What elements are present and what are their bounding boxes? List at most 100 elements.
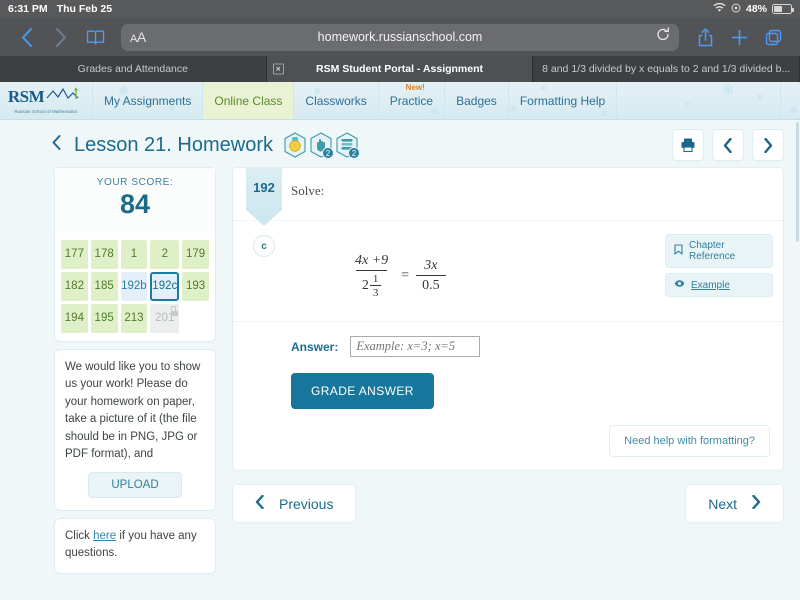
next-problem-button[interactable] <box>752 129 784 161</box>
problem-cell[interactable]: 192b <box>121 272 148 301</box>
chapter-reference-button[interactable]: Chapter Reference <box>665 234 773 268</box>
tab-label: 8 and 1/3 divided by x equals to 2 and 1… <box>542 63 790 75</box>
upload-button[interactable]: UPLOAD <box>88 472 181 498</box>
nav-label: Classworks <box>305 94 366 108</box>
books-badge[interactable]: 2 <box>335 132 359 158</box>
reference-buttons: Chapter Reference Example <box>665 234 773 302</box>
problem-cell[interactable]: 213 <box>121 304 148 333</box>
right-fraction: 3x 0.5 <box>416 258 446 294</box>
next-label: Next <box>708 496 737 512</box>
nav-spacer <box>616 82 780 119</box>
logo-subtitle: Russian School of Mathematics <box>14 109 77 114</box>
browser-forward-button[interactable] <box>46 22 76 52</box>
previous-button[interactable]: Previous <box>232 484 356 523</box>
battery-percent: 48% <box>746 3 767 15</box>
problem-grid: 177 178 1 2 179 182 185 192b 192c 193 19… <box>61 240 209 333</box>
wifi-icon <box>713 3 726 16</box>
problem-stem-row: 192 Solve: <box>233 168 783 220</box>
example-button[interactable]: Example <box>665 273 773 297</box>
nav-label: Formatting Help <box>520 94 605 108</box>
safari-toolbar: AA homework.russianschool.com <box>0 18 800 56</box>
badge-group: 2 2 <box>283 132 359 158</box>
next-button[interactable]: Next <box>685 484 784 523</box>
rsm-logo[interactable]: RSM Russian School of Mathematics <box>0 82 92 119</box>
main-panel: 192 Solve: c 4x +9 2 <box>232 167 784 581</box>
problem-cell-current[interactable]: 192c <box>150 272 179 301</box>
nav-label: Practice <box>390 94 433 108</box>
logo-text: RSM <box>8 87 44 107</box>
questions-link[interactable]: here <box>93 530 116 542</box>
upload-instructions: We would like you to show us your work! … <box>55 350 215 468</box>
nav-edge <box>780 82 800 119</box>
bookmarks-button[interactable] <box>80 22 110 52</box>
nav-item-classworks[interactable]: Classworks <box>293 82 377 119</box>
problem-cell-locked: 201 <box>150 304 179 333</box>
right-numerator: 3x <box>418 258 443 275</box>
browser-tab-0[interactable]: Grades and Attendance <box>0 56 267 82</box>
score-label: YOUR SCORE: <box>55 177 215 188</box>
nav-item-my-assignments[interactable]: My Assignments <box>92 82 202 119</box>
problem-cell[interactable]: 179 <box>182 240 209 269</box>
logo-graph-icon <box>46 86 84 108</box>
status-time: 6:31 PM <box>8 3 48 15</box>
problem-cell[interactable]: 178 <box>91 240 118 269</box>
nav-item-practice[interactable]: New! Practice <box>378 82 444 119</box>
questions-text-before: Click <box>65 530 93 542</box>
left-numerator: 4x +9 <box>349 253 394 270</box>
medal-badge[interactable] <box>283 132 307 158</box>
answer-label: Answer: <box>291 340 338 354</box>
url-text: homework.russianschool.com <box>121 30 679 44</box>
answer-input[interactable] <box>350 336 480 357</box>
problem-cell[interactable]: 194 <box>61 304 88 333</box>
browser-tab-1[interactable]: × RSM Student Portal - Assignment <box>267 56 534 82</box>
lock-icon <box>171 306 176 311</box>
sidebar: YOUR SCORE: 84 177 178 1 2 179 182 185 1… <box>54 167 216 581</box>
lesson-back-button[interactable] <box>52 135 61 155</box>
problem-cell[interactable]: 182 <box>61 272 88 301</box>
problem-number-wrap: 192 <box>233 168 291 220</box>
nav-label: Badges <box>456 94 497 108</box>
nav-label: My Assignments <box>104 94 191 108</box>
problem-cell[interactable]: 2 <box>150 240 179 269</box>
questions-card: Click here if you have any questions. <box>54 518 216 575</box>
grade-answer-button[interactable]: GRADE ANSWER <box>291 373 434 409</box>
tabs-overview-button[interactable] <box>758 22 788 52</box>
nav-label: Online Class <box>214 94 282 108</box>
browser-tab-2[interactable]: 8 and 1/3 divided by x equals to 2 and 1… <box>533 56 800 82</box>
nav-item-online-class[interactable]: Online Class <box>202 82 293 119</box>
new-tab-button[interactable] <box>724 22 754 52</box>
previous-problem-button[interactable] <box>712 129 744 161</box>
page-content: Lesson 21. Homework 2 <box>0 120 800 582</box>
left-denominator: 2 1 3 <box>356 270 388 299</box>
problem-cell[interactable]: 177 <box>61 240 88 269</box>
new-badge: New! <box>406 83 425 92</box>
chevron-left-icon <box>255 495 265 512</box>
content-body: YOUR SCORE: 84 177 178 1 2 179 182 185 1… <box>0 167 800 581</box>
lesson-toolbar <box>672 129 784 161</box>
share-button[interactable] <box>690 22 720 52</box>
location-icon <box>731 3 741 16</box>
hand-badge[interactable]: 2 <box>309 132 333 158</box>
problem-cell[interactable]: 185 <box>91 272 118 301</box>
problem-cell[interactable]: 1 <box>121 240 148 269</box>
tab-close-icon[interactable]: × <box>273 64 284 75</box>
site-navigation: ❄ ❄ ❄ ❄ ❄ ❄ ❄ ❄ ❄ ❄ ❄ RSM Russian School… <box>0 82 800 120</box>
subproblem-letter: c <box>253 235 275 257</box>
browser-back-button[interactable] <box>12 22 42 52</box>
left-den-denominator: 3 <box>370 285 382 299</box>
nav-item-formatting-help[interactable]: Formatting Help <box>508 82 616 119</box>
answer-row: Answer: <box>233 322 783 363</box>
print-button[interactable] <box>672 129 704 161</box>
equals-sign: = <box>401 268 409 284</box>
subproblem-row: c 4x +9 2 1 3 <box>233 221 783 321</box>
problem-cell[interactable]: 193 <box>182 272 209 301</box>
nav-item-badges[interactable]: Badges <box>444 82 508 119</box>
problem-grid-wrap: 177 178 1 2 179 182 185 192b 192c 193 19… <box>55 233 215 341</box>
reload-icon[interactable] <box>656 27 670 47</box>
chapter-reference-label: Chapter Reference <box>689 240 764 262</box>
problem-cell[interactable]: 195 <box>91 304 118 333</box>
ios-status-bar: 6:31 PM Thu Feb 25 48% <box>0 0 800 18</box>
formatting-help-button[interactable]: Need help with formatting? <box>609 425 770 457</box>
address-bar[interactable]: AA homework.russianschool.com <box>121 24 679 51</box>
problem-number-ribbon: 192 <box>246 168 282 226</box>
